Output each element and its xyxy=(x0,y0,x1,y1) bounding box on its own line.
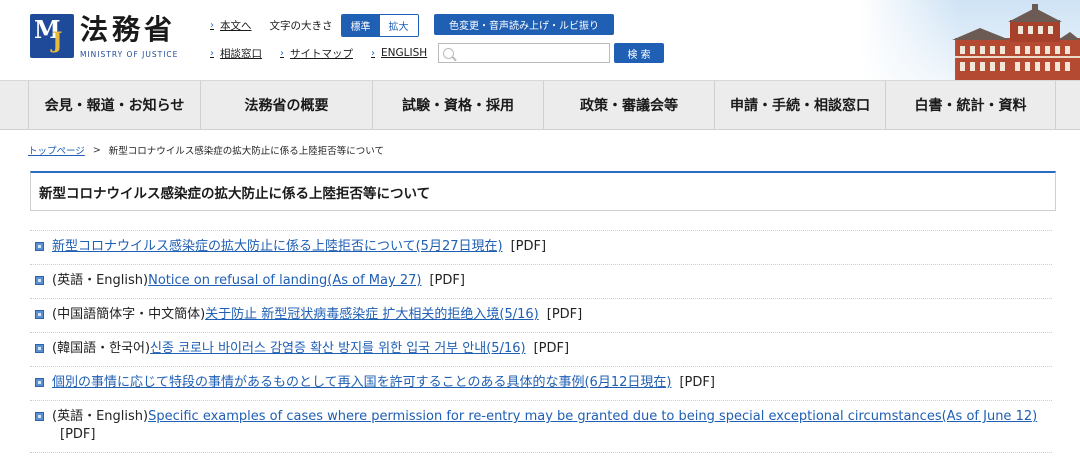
skip-to-content-link[interactable]: › 本文へ xyxy=(210,18,252,33)
pdf-label: [PDF] xyxy=(533,341,570,356)
doc-link[interactable]: Specific examples of cases where permiss… xyxy=(148,409,1037,424)
logo-subtitle: MINISTRY OF JUSTICE xyxy=(80,50,179,59)
breadcrumb: トップページ > 新型コロナウイルス感染症の拡大防止に係る上陸拒否等について xyxy=(28,143,384,158)
consult-link-label: 相談窓口 xyxy=(220,47,262,60)
english-link-label: ENGLISH xyxy=(381,47,428,59)
doc-language-prefix: (英語・English) xyxy=(52,409,149,424)
font-size-label: 文字の大きさ xyxy=(269,19,333,32)
logo-mark-j: J xyxy=(52,28,63,54)
square-bullet-icon xyxy=(35,344,44,353)
list-item: (英語・English)Specific examples of cases w… xyxy=(30,401,1052,453)
accessibility-button[interactable]: 色変更・音声読み上げ・ルビ振り xyxy=(434,14,614,35)
pdf-label: [PDF] xyxy=(510,239,547,254)
skip-link-label: 本文へ xyxy=(220,19,252,32)
doc-link[interactable]: 個別の事情に応じて特段の事情があるものとして再入国を許可することのある具体的な事… xyxy=(52,375,671,390)
doc-language-prefix: (英語・English) xyxy=(52,273,149,288)
pdf-label: [PDF] xyxy=(429,273,465,288)
breadcrumb-home-link[interactable]: トップページ xyxy=(28,143,85,157)
font-size-large-button[interactable]: 拡大 xyxy=(379,14,418,36)
document-list: 新型コロナウイルス感染症の拡大防止に係る上陸拒否について(5月27日現在) [PD… xyxy=(30,230,1052,453)
pdf-label: [PDF] xyxy=(60,427,96,442)
ministry-building-image xyxy=(860,0,1080,80)
doc-link[interactable]: 关于防止 新型冠状病毒感染症 扩大相关的拒绝入境(5/16) xyxy=(205,307,539,322)
global-nav: 会見・報道・お知らせ 法務省の概要 試験・資格・採用 政策・審議会等 申請・手続… xyxy=(0,80,1080,130)
list-item: (韓国語・한국어)신종 코로나 바이러스 감염증 확산 방지를 위한 입국 거부… xyxy=(30,333,1052,367)
square-bullet-icon xyxy=(35,242,44,251)
doc-link[interactable]: 신종 코로나 바이러스 감염증 확산 방지를 위한 입국 거부 안내(5/16) xyxy=(150,341,526,356)
list-item: (英語・English)Notice on refusal of landing… xyxy=(30,265,1052,299)
site-header: M J 法務省 MINISTRY OF JUSTICE › 本文へ 文字の大きさ… xyxy=(0,0,1080,80)
doc-link[interactable]: 新型コロナウイルス感染症の拡大防止に係る上陸拒否について(5月27日現在) xyxy=(52,239,503,254)
search-icon xyxy=(443,47,454,59)
moj-logo-icon: M J xyxy=(30,14,74,58)
sitemap-link[interactable]: › サイトマップ xyxy=(280,46,353,61)
square-bullet-icon xyxy=(35,412,44,421)
logo-title: 法務省 xyxy=(80,13,177,46)
consult-link[interactable]: › 相談窓口 xyxy=(210,46,262,61)
nav-item-exams[interactable]: 試験・資格・採用 xyxy=(372,81,543,129)
list-item: 新型コロナウイルス感染症の拡大防止に係る上陸拒否について(5月27日現在) [PD… xyxy=(30,231,1052,265)
chevron-right-icon: › xyxy=(210,47,214,59)
doc-language-prefix: (中国語簡体字・中文簡体) xyxy=(52,307,206,322)
breadcrumb-separator: > xyxy=(92,144,101,156)
sitemap-link-label: サイトマップ xyxy=(290,47,353,60)
chevron-right-icon: › xyxy=(210,19,214,31)
square-bullet-icon xyxy=(35,310,44,319)
search-button[interactable]: 検 索 xyxy=(614,43,664,63)
nav-item-policy[interactable]: 政策・審議会等 xyxy=(543,81,714,129)
list-item: 個別の事情に応じて特段の事情があるものとして再入国を許可することのある具体的な事… xyxy=(30,367,1052,401)
search-input[interactable] xyxy=(458,47,598,59)
pdf-label: [PDF] xyxy=(546,307,583,322)
nav-item-applications[interactable]: 申請・手続・相談窓口 xyxy=(714,81,885,129)
doc-link[interactable]: Notice on refusal of landing(As of May 2… xyxy=(148,273,421,288)
square-bullet-icon xyxy=(35,378,44,387)
english-link[interactable]: › ENGLISH xyxy=(371,47,427,59)
page-title: 新型コロナウイルス感染症の拡大防止に係る上陸拒否等について xyxy=(30,171,1056,211)
chevron-right-icon: › xyxy=(371,47,375,59)
doc-language-prefix: (韓国語・한국어) xyxy=(52,341,151,356)
nav-item-whitepapers[interactable]: 白書・統計・資料 xyxy=(885,81,1056,129)
search-box xyxy=(438,43,610,63)
nav-item-news[interactable]: 会見・報道・お知らせ xyxy=(28,81,200,129)
font-size-standard-button[interactable]: 標準 xyxy=(341,14,380,36)
breadcrumb-current: 新型コロナウイルス感染症の拡大防止に係る上陸拒否等について xyxy=(108,146,384,157)
pdf-label: [PDF] xyxy=(679,375,715,390)
list-item: (中国語簡体字・中文簡体)关于防止 新型冠状病毒感染症 扩大相关的拒绝入境(5/… xyxy=(30,299,1052,333)
nav-item-overview[interactable]: 法務省の概要 xyxy=(200,81,372,129)
square-bullet-icon xyxy=(35,276,44,285)
font-size-toggle: 標準 拡大 xyxy=(340,13,419,37)
chevron-right-icon: › xyxy=(280,47,284,59)
site-logo[interactable]: M J 法務省 MINISTRY OF JUSTICE xyxy=(30,14,178,59)
